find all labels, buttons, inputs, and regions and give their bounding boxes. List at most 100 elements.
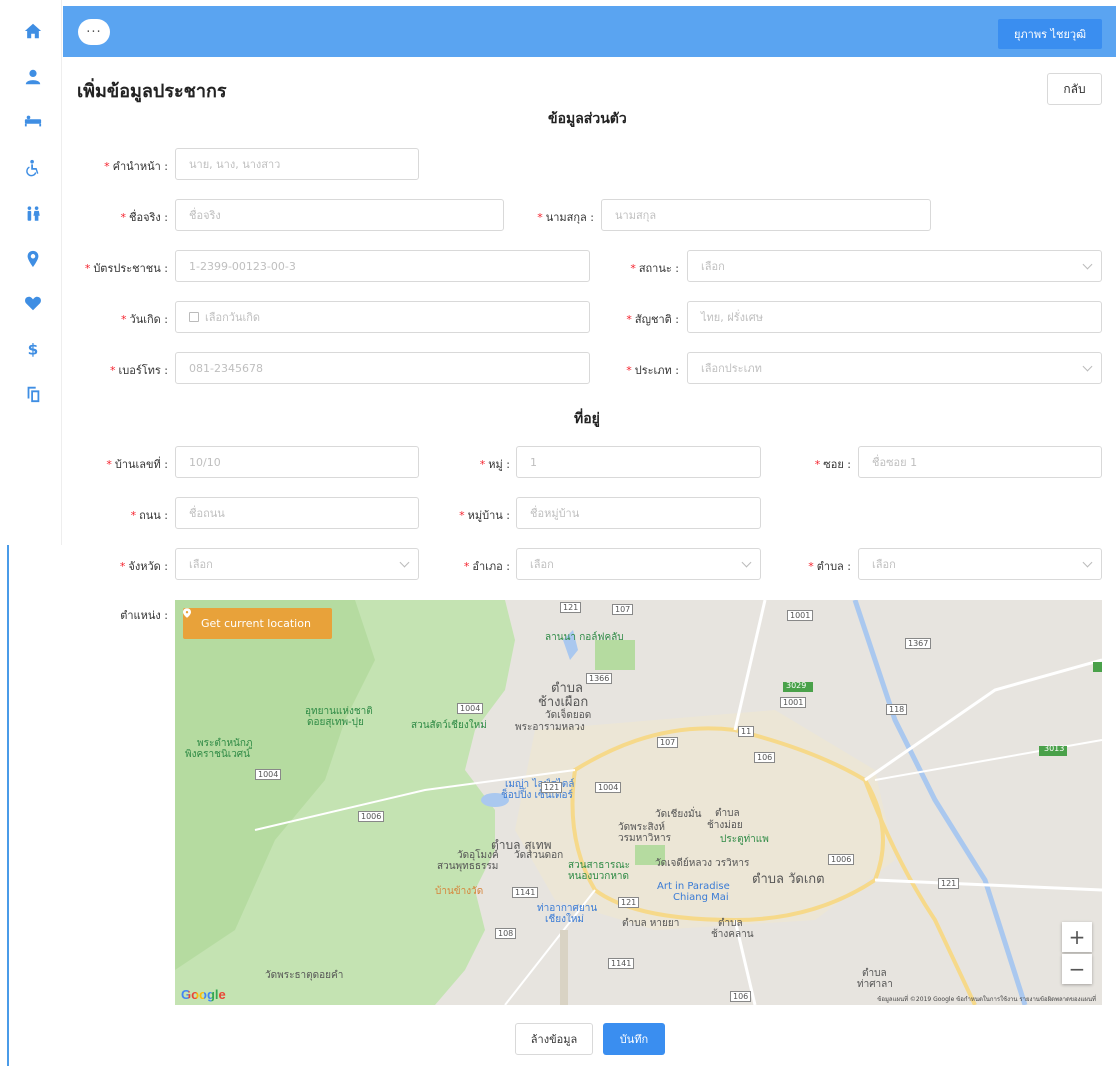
prefix-input[interactable]: นาย, นาง, นางสาว	[175, 148, 419, 180]
map-label: Art in Paradise	[657, 881, 730, 892]
road-marker: 108	[495, 928, 517, 939]
user-icon[interactable]	[20, 66, 46, 88]
prefix-label: * คำนำหน้า :	[104, 160, 168, 173]
location-pin-icon[interactable]	[20, 248, 46, 270]
map-label: ตำบล วัดเกต	[752, 872, 825, 887]
zoom-in-button[interactable]: +	[1062, 922, 1092, 952]
road-marker: 1141	[512, 887, 539, 898]
road-marker: 107	[612, 604, 634, 615]
location-pin-icon	[183, 608, 191, 618]
first-name-input[interactable]: ชื่อจริง	[175, 199, 504, 231]
nationality-input[interactable]: ไทย, ฝรั่งเศษ	[687, 301, 1102, 333]
id-card-label: * บัตรประชาชน :	[84, 262, 168, 275]
personal-section-title: ข้อมูลส่วนตัว	[548, 111, 627, 127]
province-select[interactable]: เลือก	[175, 548, 419, 580]
village-label: * หมู่บ้าน :	[459, 509, 510, 522]
dollar-icon[interactable]: $	[20, 338, 46, 360]
app-frame: $ ··· ยุภาพร ไชยวุฒิ เพิ่มข้อมูลประชากร …	[0, 0, 1116, 1066]
map-label: ตำบล หายยา	[622, 918, 680, 929]
phone-input[interactable]: 081-2345678	[175, 352, 590, 384]
chevron-down-icon	[741, 557, 752, 568]
map-attribution: ข้อมูลแผนที่ ©2019 Google ข้อกำหนดในการใ…	[877, 996, 1096, 1003]
map-view[interactable]: Get current location ลานนา กอล์ฟคลับ ตำบ…	[175, 600, 1102, 1005]
road-marker: 1001	[780, 697, 807, 708]
page-title: เพิ่มข้อมูลประชากร	[77, 81, 227, 102]
wheelchair-icon[interactable]	[20, 157, 46, 179]
subdistrict-label: * ตำบล :	[808, 560, 851, 573]
map-label: วัดสวนดอก	[514, 850, 564, 861]
map-label: สวนพุทธธรรม	[437, 861, 499, 872]
map-label: Chiang Mai	[673, 892, 729, 903]
chevron-down-icon	[1082, 361, 1093, 372]
status-select[interactable]: เลือก	[687, 250, 1102, 282]
map-label: วรมหาวิหาร	[618, 833, 671, 844]
moo-label: * หมู่ :	[479, 458, 510, 471]
get-current-location-button[interactable]: Get current location	[183, 608, 332, 639]
district-label: * อำเภอ :	[463, 560, 510, 573]
google-logo-text: Google	[181, 987, 226, 1002]
top-bar	[63, 6, 1116, 57]
map-label: ประตูท่าแพ	[720, 834, 769, 845]
map-label: ท่าศาลา	[857, 979, 893, 990]
map-label: บ้านข้างวัด	[435, 886, 484, 897]
province-select-value: เลือก	[189, 558, 213, 571]
type-select[interactable]: เลือกประเภท	[687, 352, 1102, 384]
subdistrict-select[interactable]: เลือก	[858, 548, 1102, 580]
family-icon[interactable]	[20, 203, 46, 225]
location-label: ตำแหน่ง :	[120, 609, 168, 622]
sidebar: $	[0, 0, 62, 545]
map-label: เชียงใหม่	[545, 914, 585, 925]
road-marker: 121	[541, 782, 563, 793]
map-canvas	[175, 600, 1102, 1005]
map-label: ช้างคลาน	[711, 929, 754, 940]
home-icon[interactable]	[20, 20, 46, 42]
svg-text:$: $	[28, 340, 39, 358]
address-section-title: ที่อยู่	[574, 411, 600, 427]
chevron-down-icon	[399, 557, 410, 568]
last-name-input[interactable]: นามสกุล	[601, 199, 931, 231]
moo-input[interactable]: 1	[516, 446, 761, 478]
house-no-input[interactable]: 10/10	[175, 446, 419, 478]
road-marker: 1367	[905, 638, 932, 649]
road-marker: 121	[618, 897, 640, 908]
map-label: พิงคราชนิเวศน์	[185, 749, 250, 760]
bed-icon[interactable]	[20, 110, 46, 132]
status-select-value: เลือก	[701, 260, 725, 273]
calendar-icon	[189, 312, 199, 322]
birthdate-label: * วันเกิด :	[121, 313, 168, 326]
clear-button[interactable]: ล้างข้อมูล	[515, 1023, 593, 1055]
heart-icon[interactable]	[20, 292, 46, 314]
village-input[interactable]: ชื่อหมู่บ้าน	[516, 497, 761, 529]
road-marker: 1001	[787, 610, 814, 621]
birthdate-placeholder: เลือกวันเกิด	[205, 311, 261, 324]
copy-icon[interactable]	[20, 383, 46, 405]
birthdate-picker[interactable]: เลือกวันเกิด	[175, 301, 590, 333]
google-logo: Google	[181, 987, 226, 1002]
id-card-input[interactable]: 1-2399-00123-00-3	[175, 250, 590, 282]
road-marker: 3029	[786, 681, 807, 690]
map-label: สวนสัตว์เชียงใหม่	[411, 720, 487, 731]
more-menu-button[interactable]: ···	[78, 19, 110, 45]
road-marker: 107	[657, 737, 679, 748]
map-label: พระอารามหลวง	[515, 722, 585, 733]
zoom-out-button[interactable]: −	[1062, 954, 1092, 984]
status-label: * สถานะ :	[630, 262, 679, 275]
road-marker: 1006	[828, 854, 855, 865]
back-button[interactable]: กลับ	[1047, 73, 1102, 105]
road-marker: 1004	[595, 782, 622, 793]
district-select-value: เลือก	[530, 558, 554, 571]
road-marker: 1006	[358, 811, 385, 822]
nationality-label: * สัญชาติ :	[626, 313, 679, 326]
road-marker: 1004	[457, 703, 484, 714]
soi-input[interactable]: ชื่อซอย 1	[858, 446, 1102, 478]
house-no-label: * บ้านเลขที่ :	[106, 458, 168, 471]
frame-border	[7, 545, 9, 1066]
district-select[interactable]: เลือก	[516, 548, 761, 580]
road-input[interactable]: ชื่อถนน	[175, 497, 419, 529]
map-label: วัดเจดีย์หลวง วรวิหาร	[655, 858, 750, 869]
save-button[interactable]: บันทึก	[603, 1023, 665, 1055]
road-marker: 1004	[255, 769, 282, 780]
road-marker: 106	[730, 991, 752, 1002]
user-menu-button[interactable]: ยุภาพร ไชยวุฒิ	[998, 19, 1102, 49]
road-label: * ถนน :	[130, 509, 168, 522]
